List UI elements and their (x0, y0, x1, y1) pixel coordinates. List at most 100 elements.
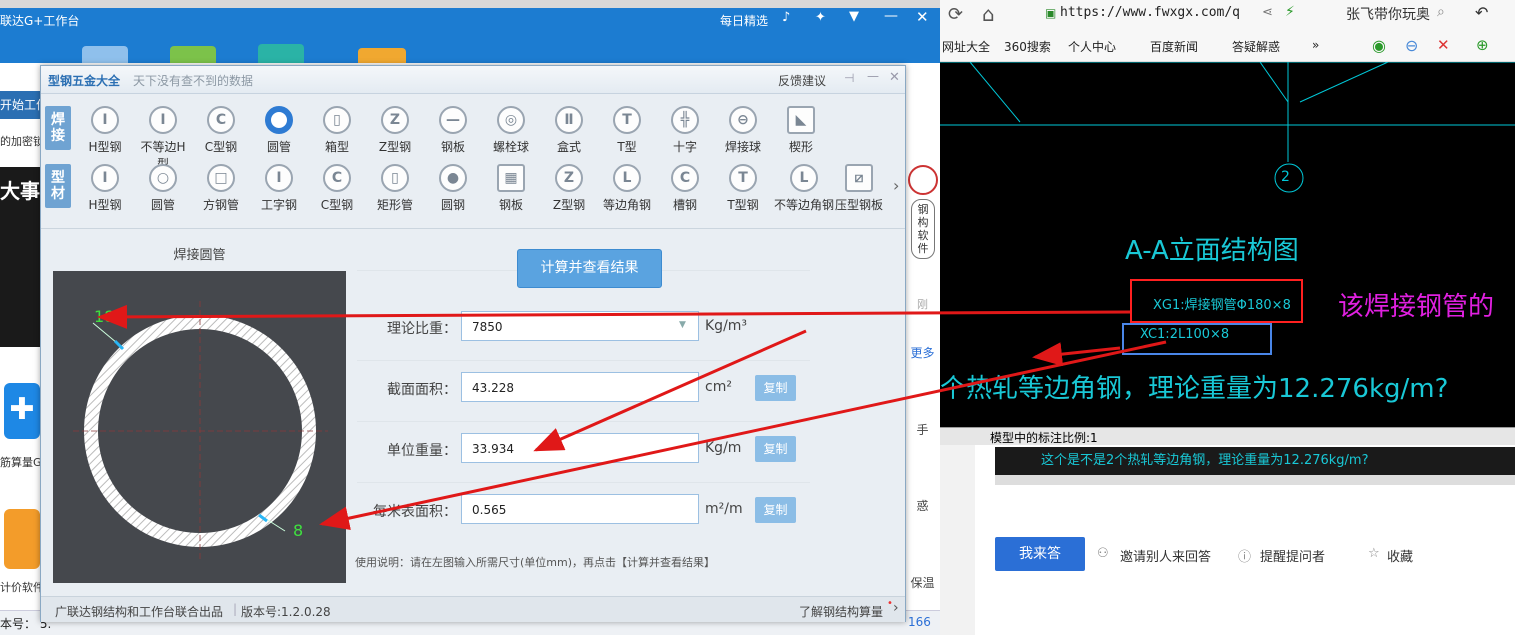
member-label: XG1:焊接钢管Φ180×8 (1153, 298, 1291, 313)
answer-button[interactable]: 我来答 (995, 537, 1085, 571)
reload-icon[interactable]: ⟳ (948, 4, 963, 25)
more-link[interactable]: 更多 (905, 344, 940, 361)
profile-label: 圆管 (266, 140, 291, 154)
pricing-app-icon[interactable] (4, 509, 40, 569)
profile-t-type[interactable]: T T型 (599, 106, 655, 155)
profile-square-tube[interactable]: □ 方钢管 (193, 164, 249, 213)
bookmark-item[interactable]: 网址大全 (942, 38, 990, 55)
copy-area-button[interactable]: 复制 (755, 375, 796, 401)
profile-equal-angle[interactable]: L 等边角钢 (599, 164, 655, 213)
t-section-icon: T (729, 164, 757, 192)
profile-label: 盒式 (556, 140, 581, 154)
profile-deck[interactable]: ⧄ 压型钢板 (831, 164, 887, 213)
density-select[interactable]: 7850 (461, 311, 699, 341)
profile-z-steel[interactable]: Z Z型钢 (541, 164, 597, 213)
profile-plate[interactable]: — 钢板 (425, 106, 481, 155)
rebar-app-icon[interactable]: ✚ (4, 383, 40, 439)
user-icon: ⚇ (1097, 546, 1109, 561)
address-bar[interactable]: https://www.fwxgx.com/q (1060, 5, 1240, 20)
invite-link[interactable]: 邀请别人来回答 (1120, 546, 1211, 565)
bookmark-item[interactable]: 答疑解惑 (1232, 38, 1280, 55)
mascot-sign: 钢 构 软 件 (911, 199, 935, 259)
remind-link[interactable]: 提醒提问者 (1260, 546, 1325, 565)
surface-field[interactable]: 0.565 (461, 494, 699, 524)
daily-picks[interactable]: 每日精选 (720, 12, 768, 29)
category-welded[interactable]: 焊接 (45, 106, 71, 150)
category-profile[interactable]: 型材 (45, 164, 71, 208)
box-section-icon: ▯ (323, 106, 351, 134)
tools-icon[interactable]: ✕ (1437, 36, 1450, 54)
diameter-input[interactable]: 180 (94, 307, 125, 326)
profile-c-steel[interactable]: C C型钢 (309, 164, 365, 213)
bookmark-item[interactable]: 百度新闻 (1150, 38, 1198, 55)
ext-icon[interactable]: ◉ (1372, 36, 1386, 55)
profile-h-steel[interactable]: I H型钢 (77, 106, 133, 155)
profile-z-steel[interactable]: Z Z型钢 (367, 106, 423, 155)
bookmark-item[interactable]: 个人中心 (1068, 38, 1116, 55)
profile-i-beam[interactable]: I 工字钢 (251, 164, 307, 213)
thumbnail-bar (995, 475, 1515, 485)
profile-round-bar[interactable]: ● 圆钢 (425, 164, 481, 213)
profile-channel[interactable]: C 槽钢 (657, 164, 713, 213)
menu-icon[interactable]: ▼ (849, 9, 859, 24)
news-banner[interactable]: 大事 (0, 167, 40, 347)
ext-icon[interactable]: ⊕ (1476, 36, 1489, 54)
collect-link[interactable]: 收藏 (1387, 546, 1413, 565)
profile-cross[interactable]: ╬ 十字 (657, 106, 713, 155)
flash-icon[interactable]: ⚡ (1285, 4, 1295, 20)
profile-box[interactable]: ▯ 箱型 (309, 106, 365, 155)
divider (41, 228, 905, 229)
side-banner[interactable]: 开始工作 (0, 91, 40, 119)
profile-round-pipe[interactable]: ○ 圆管 (135, 164, 191, 213)
learn-more-link[interactable]: 了解钢结构算量 (799, 603, 883, 620)
chevron-right-icon[interactable]: › (893, 600, 899, 616)
profile-label: 工字钢 (260, 198, 297, 212)
undo-icon[interactable]: ↶ (1475, 3, 1488, 22)
weight-field[interactable]: 33.934 (461, 433, 699, 463)
separator: | (233, 602, 238, 616)
profile-h-steel[interactable]: I H型钢 (77, 164, 133, 213)
gplus-titlebar: 联达G+工作台 每日精选 ♪ ✦ ▼ — ✕ (0, 8, 940, 66)
pin-icon[interactable]: ⊣ (844, 71, 854, 85)
minimize-icon[interactable]: — (884, 8, 898, 24)
peek-text: 保温 (910, 576, 935, 590)
profile-unequal-angle[interactable]: L 不等边角钢 (773, 164, 835, 213)
profile-c-steel[interactable]: C C型钢 (193, 106, 249, 155)
shirt-icon[interactable]: ✦ (815, 10, 826, 25)
profile-wedge[interactable]: ◣ 楔形 (773, 106, 829, 155)
chevron-down-icon[interactable]: ▼ (679, 320, 686, 330)
profile-welded-ball[interactable]: ⊖ 焊接球 (715, 106, 771, 155)
profile-unequal-h[interactable]: I不等边H型 (135, 106, 191, 172)
profile-t-steel[interactable]: T T型钢 (715, 164, 771, 213)
home-icon[interactable]: ⌂ (982, 2, 995, 26)
cad-drawing: 2 A-A立面结构图 XG1:焊接钢管Φ180×8 XC1:2L100×8 该焊… (940, 62, 1515, 427)
chevron-right-icon[interactable]: › (893, 176, 899, 195)
more-bookmarks[interactable]: » (1312, 38, 1319, 52)
profile-bolt-ball[interactable]: ◎ 螺栓球 (483, 106, 539, 155)
ext-icon[interactable]: ⊖ (1405, 36, 1418, 55)
share-icon[interactable]: ⋖ (1262, 5, 1273, 20)
close-icon[interactable]: ✕ (916, 8, 929, 26)
minimize-icon[interactable]: — (867, 69, 879, 83)
feedback-link[interactable]: 反馈建议 (778, 72, 826, 89)
bookmark-item[interactable]: 360搜索 (1004, 38, 1051, 55)
close-icon[interactable]: ✕ (889, 70, 900, 85)
profile-label: 不等边角钢 (773, 198, 834, 212)
profile-rect-tube[interactable]: ▯ 矩形管 (367, 164, 423, 213)
thickness-input[interactable]: 8 (293, 521, 303, 540)
profile-round-pipe[interactable]: 圆管 (251, 106, 307, 155)
dialog-title: 型钢五金大全 (48, 74, 121, 88)
profile-box-type[interactable]: Ⅱ 盒式 (541, 106, 597, 155)
user-name[interactable]: 张飞带你玩奥 (1346, 4, 1430, 24)
profile-plate[interactable]: ▦ 钢板 (483, 164, 539, 213)
search-icon[interactable]: ⌕ (1437, 4, 1445, 20)
bell-icon[interactable]: ♪ (782, 10, 790, 25)
side-text: 计价软件 (0, 581, 40, 594)
area-field[interactable]: 43.228 (461, 372, 699, 402)
h-beam-icon: I (91, 106, 119, 134)
side-text: 筋算量G (0, 456, 40, 469)
profile-label: Z型钢 (378, 140, 412, 154)
calculate-button[interactable]: 计算并查看结果 (517, 249, 662, 288)
copy-weight-button[interactable]: 复制 (755, 436, 796, 462)
copy-surface-button[interactable]: 复制 (755, 497, 796, 523)
